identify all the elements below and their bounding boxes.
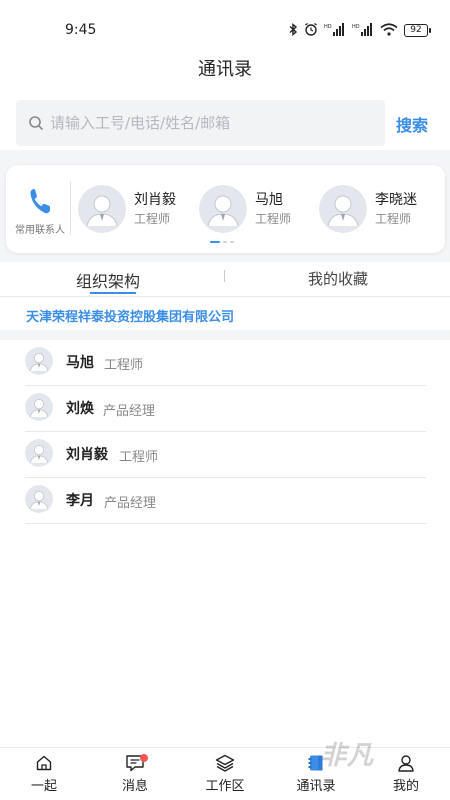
avatar <box>319 185 367 233</box>
avatar <box>25 439 53 467</box>
avatar <box>78 185 126 233</box>
member-list: 马旭 工程师 刘焕 产品经理 刘肖毅 工程师 李月 产品经理 <box>0 340 450 524</box>
frequent-contacts-label: 常用联系人 <box>15 225 65 236</box>
page-title: 通讯录 <box>198 59 252 80</box>
user-icon <box>398 755 414 772</box>
nav-label: 工作区 <box>205 779 245 794</box>
list-item[interactable]: 马旭 工程师 <box>0 340 450 386</box>
status-bar: 9:45 HD HD 92 <box>0 0 450 44</box>
tab-bar: 组织架构 我的收藏 <box>0 262 450 296</box>
layers-icon <box>215 754 235 772</box>
avatar <box>25 347 53 375</box>
frequent-contact[interactable]: 李晓迷 工程师 <box>319 183 417 235</box>
contact-name: 刘肖毅 <box>134 192 176 208</box>
search-icon <box>29 116 43 130</box>
member-name: 马旭 <box>66 355 94 371</box>
tab-separator <box>224 270 225 282</box>
list-item[interactable]: 李月 产品经理 <box>0 478 450 524</box>
avatar <box>25 393 53 421</box>
nav-label: 消息 <box>121 779 148 794</box>
member-name: 李月 <box>66 493 94 509</box>
member-name: 刘焕 <box>66 401 94 417</box>
divider <box>25 523 426 524</box>
nav-workspace[interactable]: 工作区 <box>195 754 255 794</box>
page-dot <box>230 241 234 243</box>
status-icons: HD HD 92 <box>289 22 431 39</box>
section-gap <box>0 330 450 340</box>
phone-icon <box>30 189 50 214</box>
search-button[interactable]: 搜索 <box>396 112 428 136</box>
nav-profile[interactable]: 我的 <box>376 754 436 794</box>
nav-label: 通讯录 <box>296 779 336 794</box>
nav-label: 我的 <box>392 779 419 794</box>
divider <box>0 296 450 297</box>
avatar <box>199 185 247 233</box>
contact-name: 马旭 <box>255 192 283 208</box>
bottom-nav: 一起 消息 工作区 通讯录 我的 <box>0 747 450 800</box>
wifi-icon <box>380 22 398 39</box>
member-title: 工程师 <box>119 450 159 465</box>
bluetooth-icon <box>289 22 298 39</box>
home-icon <box>36 755 52 771</box>
search-box[interactable] <box>16 100 385 146</box>
alarm-icon <box>304 22 318 39</box>
watermark-logo: 非凡 <box>320 741 375 771</box>
member-name: 刘肖毅 <box>66 447 108 463</box>
frequent-contacts-card: 常用联系人 刘肖毅 工程师 马旭 工程师 李晓迷 工程师 <box>6 165 445 253</box>
contact-title: 工程师 <box>375 212 412 226</box>
tab-org-structure[interactable]: 组织架构 <box>76 268 140 292</box>
frequent-contact[interactable]: 马旭 工程师 <box>199 183 291 235</box>
svg-text:HD: HD <box>352 24 360 30</box>
contact-title: 工程师 <box>134 212 171 226</box>
active-tab-indicator <box>90 292 136 294</box>
search-input[interactable] <box>50 114 350 132</box>
nav-messages[interactable]: 消息 <box>105 754 165 794</box>
contact-name: 李晓迷 <box>375 192 417 208</box>
nav-label: 一起 <box>30 779 57 794</box>
page-dot <box>210 241 220 243</box>
tab-favorites[interactable]: 我的收藏 <box>308 268 368 289</box>
notification-badge <box>140 754 148 762</box>
member-title: 产品经理 <box>104 496 157 511</box>
signal-hd-icon: HD <box>324 22 346 39</box>
status-time: 9:45 <box>65 22 97 38</box>
list-item[interactable]: 刘焕 产品经理 <box>0 386 450 432</box>
page-indicator <box>210 241 234 243</box>
svg-text:HD: HD <box>324 24 332 30</box>
nav-home[interactable]: 一起 <box>14 754 74 794</box>
divider <box>70 181 71 235</box>
member-title: 工程师 <box>104 358 144 373</box>
company-name[interactable]: 天津荣程祥泰投资控股集团有限公司 <box>26 306 234 325</box>
contact-title: 工程师 <box>255 212 292 226</box>
page-dot <box>223 241 227 243</box>
list-item[interactable]: 刘肖毅 工程师 <box>0 432 450 478</box>
frequent-contact[interactable]: 刘肖毅 工程师 <box>78 183 176 235</box>
signal-hd-icon: HD <box>352 22 374 39</box>
member-title: 产品经理 <box>103 404 156 419</box>
battery-icon: 92 <box>404 24 431 37</box>
avatar <box>25 485 53 513</box>
frequent-contacts-button[interactable]: 常用联系人 <box>10 187 70 236</box>
